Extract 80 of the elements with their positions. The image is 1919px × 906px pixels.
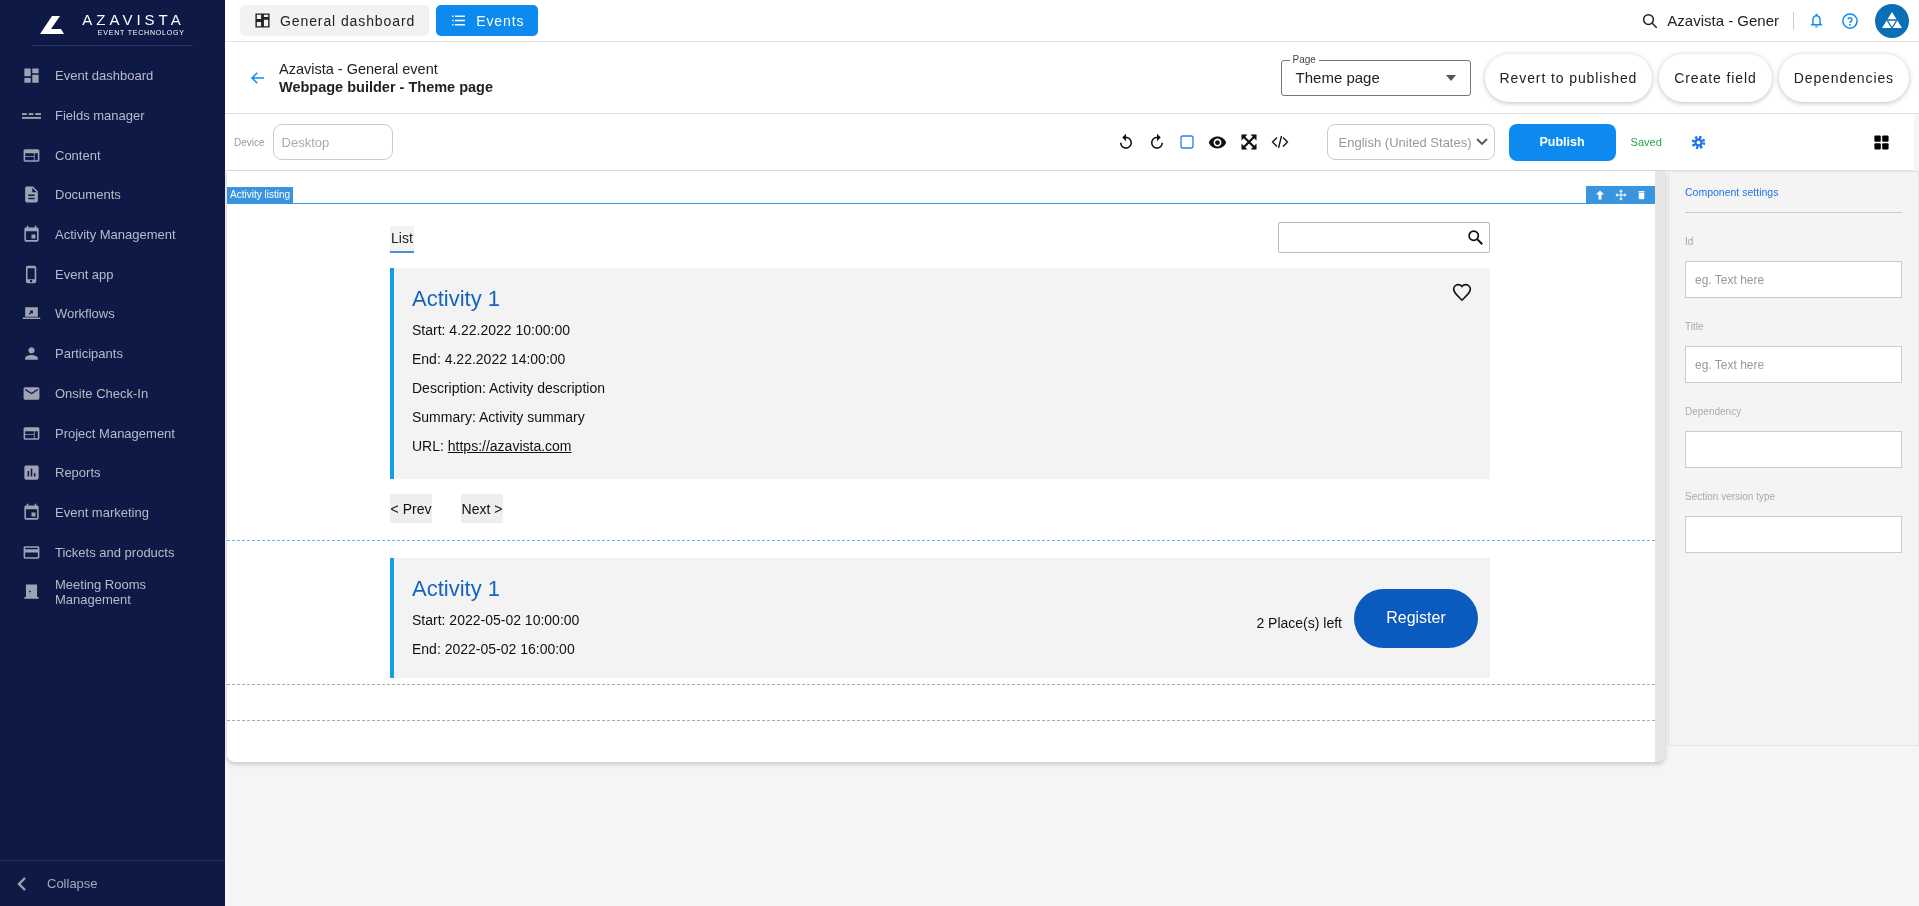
avatar-logo-icon[interactable]	[1875, 3, 1909, 38]
expand-icon[interactable]	[1239, 133, 1258, 151]
bar-chart-icon	[22, 463, 41, 483]
global-search[interactable]: Azavista - Gener	[1641, 11, 1779, 30]
grid-icon[interactable]	[1873, 133, 1890, 151]
event-name: Azavista - General event	[279, 59, 439, 78]
sidebar-item[interactable]: Event dashboard	[0, 56, 225, 96]
device-field[interactable]: Desktop	[272, 124, 393, 160]
text-field[interactable]	[1685, 516, 1902, 553]
field-label: Dependency	[1685, 406, 1743, 417]
register-button[interactable]: Register	[1354, 588, 1478, 648]
activity-link[interactable]: https://azavista.com	[447, 438, 572, 454]
select-label: Page	[1289, 53, 1319, 66]
device-label: Device	[234, 136, 265, 148]
sidebar-item[interactable]: Content	[0, 135, 225, 176]
field-label: URL:	[412, 438, 445, 454]
text-field[interactable]: eg. Text here	[1685, 261, 1902, 298]
action-button[interactable]: Dependencies	[1778, 53, 1909, 102]
sidebar-item[interactable]: Documents	[0, 175, 225, 215]
sidebar-item[interactable]: Fields manager	[0, 95, 225, 136]
text-field[interactable]: eg. Text here	[1685, 346, 1902, 383]
nav-tab[interactable]: Events	[436, 5, 539, 36]
dashboard-icon	[22, 66, 41, 86]
page-title: Webpage builder - Theme page	[279, 77, 494, 96]
help-icon[interactable]	[1841, 11, 1859, 30]
sidebar-item[interactable]: Workflows	[0, 294, 225, 334]
move-icon[interactable]	[1615, 189, 1627, 201]
heart-icon[interactable]	[1452, 283, 1472, 303]
activity-title: Activity 1	[412, 286, 501, 312]
settings-icon[interactable]	[1689, 133, 1707, 151]
sidebar-item[interactable]: Activity Management	[0, 214, 225, 255]
activity-detail: Description: Activity description	[412, 380, 606, 396]
caret-down-icon	[1445, 74, 1456, 81]
pagination-button[interactable]: Next >	[461, 494, 503, 523]
sidebar-item[interactable]: Tickets and products	[0, 532, 225, 572]
list-tab[interactable]: List	[390, 225, 414, 253]
code-icon[interactable]	[1270, 133, 1289, 151]
collapse-button[interactable]: Collapse	[0, 860, 225, 906]
calendar-icon	[22, 225, 41, 245]
dashed-lines-icon	[22, 112, 41, 119]
activity-detail: Start: 2022-05-02 10:00:00	[412, 612, 581, 628]
sidebar-item[interactable]: Meeting Rooms Management	[0, 571, 225, 612]
activity-detail: End: 2022-05-02 16:00:00	[412, 641, 576, 657]
activity-detail: Start: 4.22.2022 10:00:00	[412, 322, 571, 338]
panel-tab[interactable]: Component settings	[1685, 186, 1779, 198]
search-field[interactable]	[1278, 222, 1490, 253]
activity-title: Activity 1	[412, 576, 501, 602]
activity-detail: End: 4.22.2022 14:00:00	[412, 351, 567, 367]
bell-icon[interactable]	[1808, 12, 1825, 29]
field-label: Id	[1685, 236, 1695, 247]
dashboard-icon	[254, 12, 271, 29]
save-status: Saved	[1630, 136, 1662, 148]
places-left: 2 Place(s) left	[1256, 615, 1342, 631]
field-label: Title	[1685, 321, 1705, 332]
chevron-down-icon	[1475, 138, 1488, 146]
door-icon	[22, 582, 41, 602]
component-label: Activity listing	[227, 187, 293, 203]
search-icon	[1641, 11, 1660, 30]
sidebar-item[interactable]: Event app	[0, 254, 225, 295]
action-button[interactable]: Create field	[1659, 53, 1772, 102]
sidebar-item[interactable]: Participants	[0, 333, 225, 374]
action-button[interactable]: Revert to published	[1484, 53, 1653, 102]
trash-icon[interactable]	[1636, 189, 1647, 201]
sidebar-item[interactable]: Project Management	[0, 413, 225, 453]
field-label: Section version type	[1685, 491, 1777, 502]
activity-detail: Summary: Activity summary	[412, 409, 586, 425]
chevron-left-icon	[17, 876, 27, 891]
document-icon	[22, 185, 41, 205]
arrow-up-icon[interactable]	[1594, 189, 1606, 201]
publish-button[interactable]: Publish	[1508, 123, 1616, 161]
square-outline-icon[interactable]	[1178, 134, 1195, 150]
nav-tab[interactable]: General dashboard	[240, 5, 430, 36]
search-icon	[1467, 229, 1484, 246]
text-field[interactable]	[1685, 431, 1902, 468]
pagination-button[interactable]: < Prev	[390, 494, 432, 523]
sidebar-item[interactable]: Event marketing	[0, 492, 225, 533]
logo-text: AZAVISTA	[82, 12, 185, 28]
sidebar-item[interactable]: Reports	[0, 452, 225, 493]
calendar-icon	[22, 502, 41, 522]
sidebar-item[interactable]: Onsite Check-In	[0, 373, 225, 414]
